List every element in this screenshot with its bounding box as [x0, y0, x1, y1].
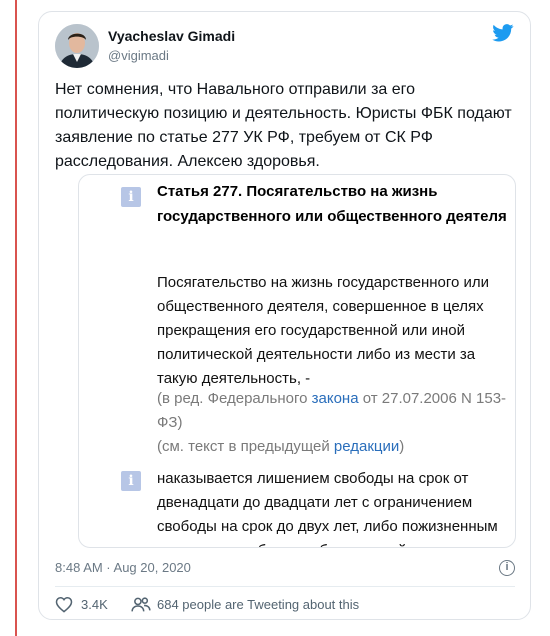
- article-body: Посягательство на жизнь государственного…: [157, 274, 490, 387]
- quoted-article-image[interactable]: i Статья 277. Посягательство на жизнь го…: [78, 174, 516, 548]
- law-link[interactable]: закона: [312, 390, 359, 407]
- amendment-note: (в ред. Федерального закона от 27.07.200…: [157, 387, 515, 435]
- previous-edition-note: (см. текст в предыдущей редакции): [157, 435, 515, 459]
- previous-edition-prefix: (см. текст в предыдущей: [157, 438, 334, 455]
- info-icon: i: [121, 187, 141, 207]
- tweeting-about-link[interactable]: 684 people are Tweeting about this: [131, 595, 431, 615]
- edition-link[interactable]: редакции: [334, 438, 399, 455]
- amendment-note-prefix: (в ред. Федерального: [157, 390, 312, 407]
- tweet-text: Нет сомнения, что Навального отправили з…: [55, 81, 512, 170]
- tweeting-about-text: 684 people are Tweeting about this: [157, 597, 360, 612]
- info-icon: i: [121, 471, 141, 491]
- previous-edition-suffix: ): [399, 438, 405, 455]
- twitter-bird-icon[interactable]: [492, 24, 514, 42]
- article-punishment: наказывается лишением свободы на срок от…: [157, 470, 498, 547]
- info-circle-icon[interactable]: i: [499, 560, 515, 576]
- like-button[interactable]: 3.4K: [55, 595, 125, 615]
- divider: [55, 586, 515, 587]
- author-name[interactable]: Vyacheslav Gimadi: [108, 28, 235, 44]
- avatar[interactable]: [55, 24, 99, 68]
- people-icon: [131, 597, 151, 612]
- tweet-meta: 8:48 AM · Aug 20, 2020 i: [55, 560, 515, 578]
- page-left-border: [15, 0, 17, 636]
- like-count: 3.4K: [81, 597, 108, 612]
- tweet-card[interactable]: Vyacheslav Gimadi @vigimadi Нет сомнения…: [38, 11, 531, 620]
- article-title: Статья 277. Посягательство на жизнь госу…: [157, 183, 507, 225]
- heart-icon: [55, 596, 73, 613]
- tweet-timestamp[interactable]: 8:48 AM · Aug 20, 2020: [55, 560, 191, 575]
- author-handle[interactable]: @vigimadi: [108, 48, 169, 63]
